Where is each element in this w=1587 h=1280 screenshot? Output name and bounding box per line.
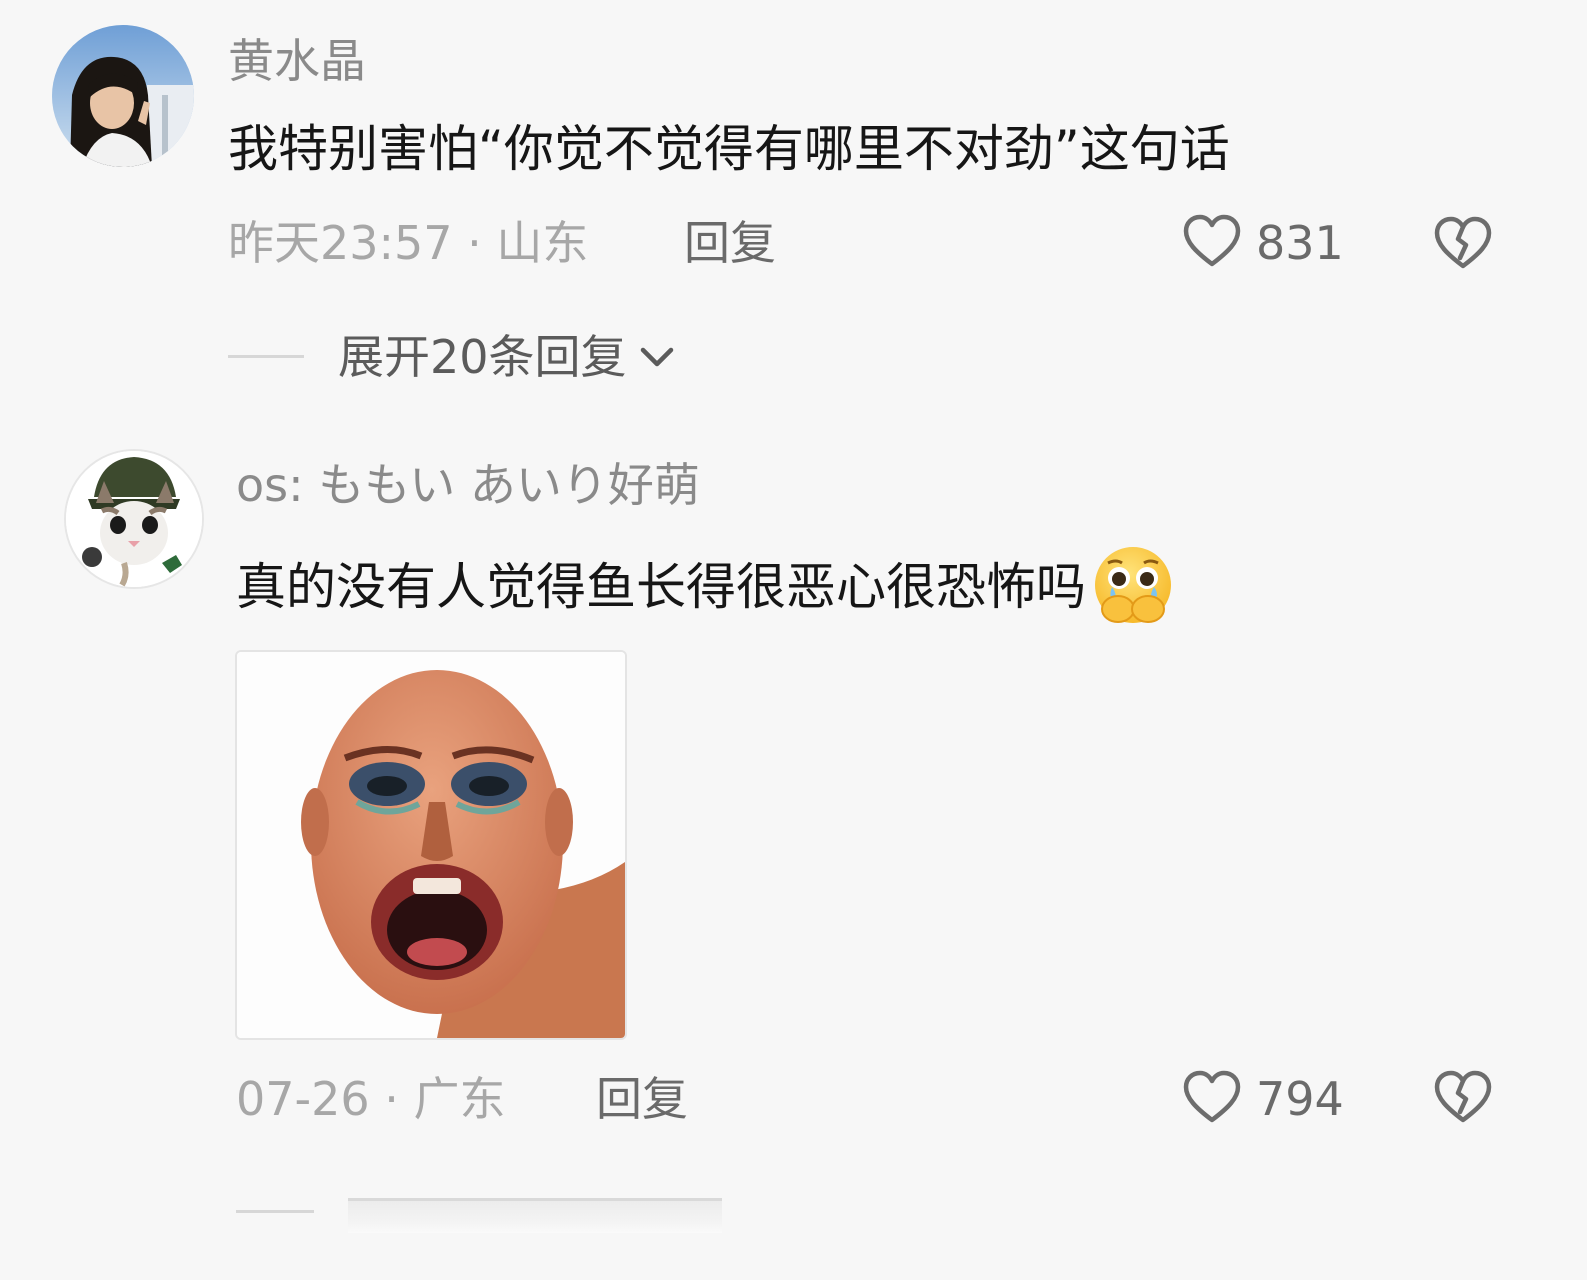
avatar-photo	[52, 25, 194, 167]
expand-replies-button[interactable]: 展开20条回复	[338, 332, 679, 382]
expand-divider	[228, 355, 304, 358]
expand-divider	[236, 1210, 314, 1213]
crying-face-covering-mouth-emoji	[1095, 547, 1171, 623]
like-button[interactable]	[1182, 212, 1242, 272]
like-count: 831	[1256, 216, 1344, 270]
comment-meta: 07-26 · 广东	[236, 1072, 506, 1126]
like-button[interactable]	[1182, 1068, 1242, 1128]
comment-text: 真的没有人觉得鱼长得很恶心很恐怖吗	[236, 558, 1086, 616]
broken-heart-icon	[1434, 216, 1492, 269]
avatar[interactable]	[64, 449, 204, 589]
heart-outline-icon	[1183, 1070, 1241, 1123]
chevron-down-icon	[640, 347, 673, 367]
face-meme-image	[237, 652, 625, 1038]
broken-heart-icon	[1434, 1070, 1492, 1123]
comment-meta: 昨天23:57 · 山东	[228, 216, 589, 270]
dislike-button[interactable]	[1432, 214, 1494, 274]
dislike-button[interactable]	[1432, 1068, 1494, 1128]
avatar[interactable]	[52, 25, 194, 167]
comment-text: 我特别害怕“你觉不觉得有哪里不对劲”这句话	[228, 120, 1230, 178]
expand-replies-placeholder	[348, 1198, 722, 1233]
expand-replies-label: 展开20条回复	[338, 330, 627, 384]
heart-outline-icon	[1183, 214, 1241, 267]
comment-sticker-image[interactable]	[235, 650, 627, 1040]
comment-body: 真的没有人觉得鱼长得很恶心很恐怖吗	[236, 545, 1178, 629]
reply-button[interactable]: 回复	[684, 220, 776, 266]
reply-button[interactable]: 回复	[596, 1076, 688, 1122]
username[interactable]: 黄水晶	[228, 38, 366, 84]
avatar-cat	[66, 451, 202, 587]
like-count: 794	[1256, 1072, 1344, 1126]
username[interactable]: os: ももい あいり好萌	[236, 462, 700, 508]
